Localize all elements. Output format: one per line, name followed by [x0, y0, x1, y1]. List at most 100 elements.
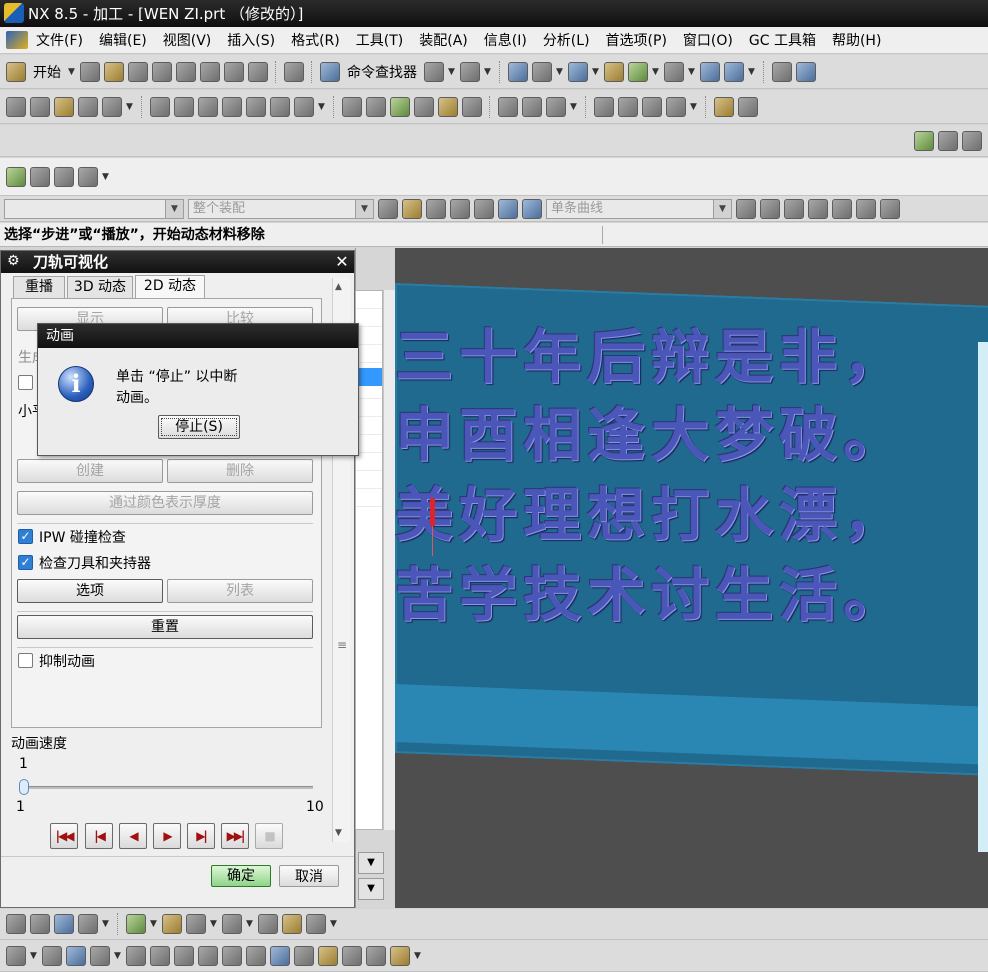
ipw-collision-checkbox[interactable]: ✓	[18, 529, 33, 544]
table-icon[interactable]	[796, 61, 816, 82]
chevron-down-icon[interactable]: ▼	[30, 951, 38, 961]
wcs-icon[interactable]	[628, 61, 648, 82]
chevron-down-icon[interactable]: ▼	[414, 951, 422, 961]
feed-rate-icon[interactable]	[594, 96, 614, 117]
type-filter-dropdown[interactable]: ▼	[4, 198, 184, 219]
create-program-icon[interactable]	[6, 96, 26, 117]
chevron-down-icon[interactable]: ▼	[688, 67, 696, 77]
workpiece-icon[interactable]	[714, 96, 734, 117]
constraint-icon[interactable]	[78, 914, 98, 934]
follow-fillet-icon[interactable]	[784, 198, 804, 219]
new-file-icon[interactable]	[80, 61, 100, 82]
postprocess-icon[interactable]	[462, 96, 482, 117]
cancel-button[interactable]: 取消	[279, 865, 339, 887]
curve-rule-dropdown[interactable]: 单条曲线 ▼	[546, 198, 732, 219]
verify-toolpath-icon[interactable]	[390, 96, 410, 117]
navigator-scrollbar[interactable]	[383, 290, 395, 830]
suppress-animation-checkbox[interactable]	[18, 653, 33, 668]
extrude-icon[interactable]	[42, 945, 62, 966]
chevron-down-icon[interactable]: ▼	[556, 67, 564, 77]
list-button[interactable]: 列表	[167, 579, 313, 603]
delete-operation-icon[interactable]	[246, 96, 266, 117]
trim-icon[interactable]	[150, 945, 170, 966]
open-file-icon[interactable]	[104, 61, 124, 82]
chamfer-icon[interactable]	[222, 945, 242, 966]
component-icon[interactable]	[30, 914, 50, 934]
wave-link-icon[interactable]	[390, 945, 410, 966]
play-forward-button[interactable]: ▶	[153, 823, 181, 849]
command-finder-button[interactable]: 命令查找器	[344, 62, 420, 82]
menu-view[interactable]: 视图(V)	[155, 30, 220, 50]
list-toolpath-icon[interactable]	[414, 96, 434, 117]
tab-2d-dynamic[interactable]: 2D 动态	[135, 275, 205, 299]
chevron-down-icon[interactable]: ▼	[114, 951, 122, 961]
mirror-icon[interactable]	[342, 945, 362, 966]
delete-icon[interactable]	[248, 61, 268, 82]
assembly-filter-dropdown[interactable]: 整个装配 ▼	[188, 198, 374, 219]
chevron-down-icon[interactable]: ▼	[570, 102, 578, 112]
chevron-down-icon[interactable]: ▼	[592, 67, 600, 77]
rotate-icon[interactable]	[832, 198, 852, 219]
machine-tool-icon[interactable]	[30, 166, 50, 187]
select-all-icon[interactable]	[378, 198, 398, 219]
measure-icon[interactable]	[126, 914, 146, 934]
chevron-down-icon[interactable]: ▼	[150, 919, 158, 929]
menu-assembly[interactable]: 装配(A)	[411, 30, 476, 50]
menu-information[interactable]: 信息(I)	[476, 30, 535, 50]
pattern-icon[interactable]	[318, 945, 338, 966]
thickness-by-color-button[interactable]: 通过颜色表示厚度	[17, 491, 313, 515]
print-icon[interactable]	[152, 61, 172, 82]
color-icon[interactable]	[664, 61, 684, 82]
simulate-icon[interactable]	[438, 96, 458, 117]
chevron-down-icon[interactable]: ▼	[484, 67, 492, 77]
cut-icon[interactable]	[176, 61, 196, 82]
stop-icon[interactable]: ■	[255, 823, 283, 849]
move-handle-icon[interactable]	[808, 198, 828, 219]
chevron-down-icon[interactable]: ▼	[318, 102, 326, 112]
cube-view-icon[interactable]	[568, 61, 588, 82]
chevron-down-icon[interactable]: ▼	[68, 67, 76, 77]
fit-view-icon[interactable]	[508, 61, 528, 82]
copy-icon[interactable]	[200, 61, 220, 82]
tool-holder-icon[interactable]	[962, 130, 982, 151]
cut-object-icon[interactable]	[294, 96, 314, 117]
menu-window[interactable]: 窗口(O)	[675, 30, 741, 50]
body-icon[interactable]	[522, 198, 542, 219]
point-on-curve-icon[interactable]	[450, 198, 470, 219]
revolve-icon[interactable]	[66, 945, 86, 966]
step-forward-icon[interactable]: ▶|	[187, 823, 215, 849]
create-button[interactable]: 创建	[17, 459, 163, 483]
tool-path-display-icon[interactable]	[642, 96, 662, 117]
resource-bar-edge[interactable]	[978, 342, 988, 852]
sketch-icon[interactable]	[6, 945, 26, 966]
draft-icon[interactable]	[366, 945, 386, 966]
program-order-view-icon[interactable]	[150, 96, 170, 117]
chevron-down-icon[interactable]: ▼	[330, 919, 338, 929]
gear-icon[interactable]: ⚙	[7, 254, 22, 269]
chevron-down-icon[interactable]: ▼	[748, 67, 756, 77]
operation-icon[interactable]	[424, 61, 444, 82]
close-icon[interactable]: ✕	[333, 253, 351, 271]
spreadsheet-icon[interactable]	[54, 166, 74, 187]
ok-button[interactable]: 确定	[211, 865, 271, 887]
play-reverse-button[interactable]: ◀	[119, 823, 147, 849]
shaded-icon[interactable]	[532, 61, 552, 82]
menu-help[interactable]: 帮助(H)	[824, 30, 889, 50]
graphics-window[interactable]: 三十年后辩是非， 申酉相逢大梦破。 美好理想打水漂， 苦学技术讨生活。	[395, 248, 988, 908]
go-to-start-button[interactable]: |◀◀	[50, 823, 78, 849]
check-tool-holder-checkbox[interactable]: ✓	[18, 555, 33, 570]
point-icon[interactable]	[426, 198, 446, 219]
animation-speed-slider[interactable]	[23, 786, 313, 789]
check-icon[interactable]	[6, 166, 26, 187]
feature-icon[interactable]	[306, 914, 326, 934]
rectangle-select-icon[interactable]	[474, 198, 494, 219]
chevron-down-icon[interactable]: ▼	[102, 919, 110, 929]
toolpath-options-icon[interactable]	[78, 166, 98, 187]
menu-format[interactable]: 格式(R)	[283, 30, 348, 50]
edit-object-icon[interactable]	[270, 96, 290, 117]
orient-icon[interactable]	[724, 61, 744, 82]
block-icon[interactable]	[282, 914, 302, 934]
replace-face-icon[interactable]	[294, 945, 314, 966]
add-component-icon[interactable]	[54, 914, 74, 934]
save-icon[interactable]	[128, 61, 148, 82]
